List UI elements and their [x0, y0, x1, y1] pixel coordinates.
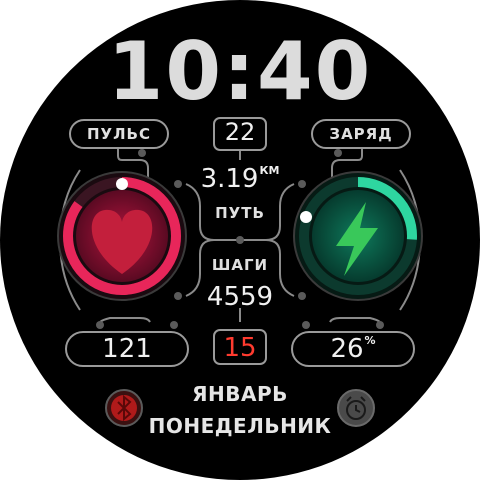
heart-rate-label: ПУЛЬС [86, 125, 152, 143]
distance-readout: 3.19КМ [190, 164, 290, 194]
weekday-label: ПОНЕДЕЛЬНИК [148, 414, 332, 438]
center-bottom-value: 15 [223, 333, 257, 363]
battery-gauge-knob [300, 211, 312, 223]
alarm-button[interactable] [338, 390, 374, 426]
battery-value: 26 [330, 334, 364, 364]
battery-readout: 26% [292, 334, 414, 364]
heart-gauge-knob [116, 178, 128, 190]
heart-rate-value: 121 [102, 334, 152, 364]
distance-unit: КМ [259, 164, 280, 177]
battery-unit: % [364, 334, 376, 347]
steps-label: ШАГИ [211, 256, 269, 274]
steps-value: 4559 [206, 282, 274, 312]
month-label: ЯНВАРЬ [192, 382, 288, 406]
day-number: 22 [224, 118, 256, 146]
distance-label: ПУТЬ [215, 204, 265, 222]
battery-label: ЗАРЯД [329, 125, 393, 143]
watch-face: 10:40 ПУЛЬС ЗАРЯД 22 3.19КМ ПУТЬ ШАГИ 45… [0, 0, 480, 480]
time-display: 10:40 [107, 25, 373, 118]
distance-value: 3.19 [200, 164, 259, 194]
bluetooth-button[interactable] [106, 390, 142, 426]
